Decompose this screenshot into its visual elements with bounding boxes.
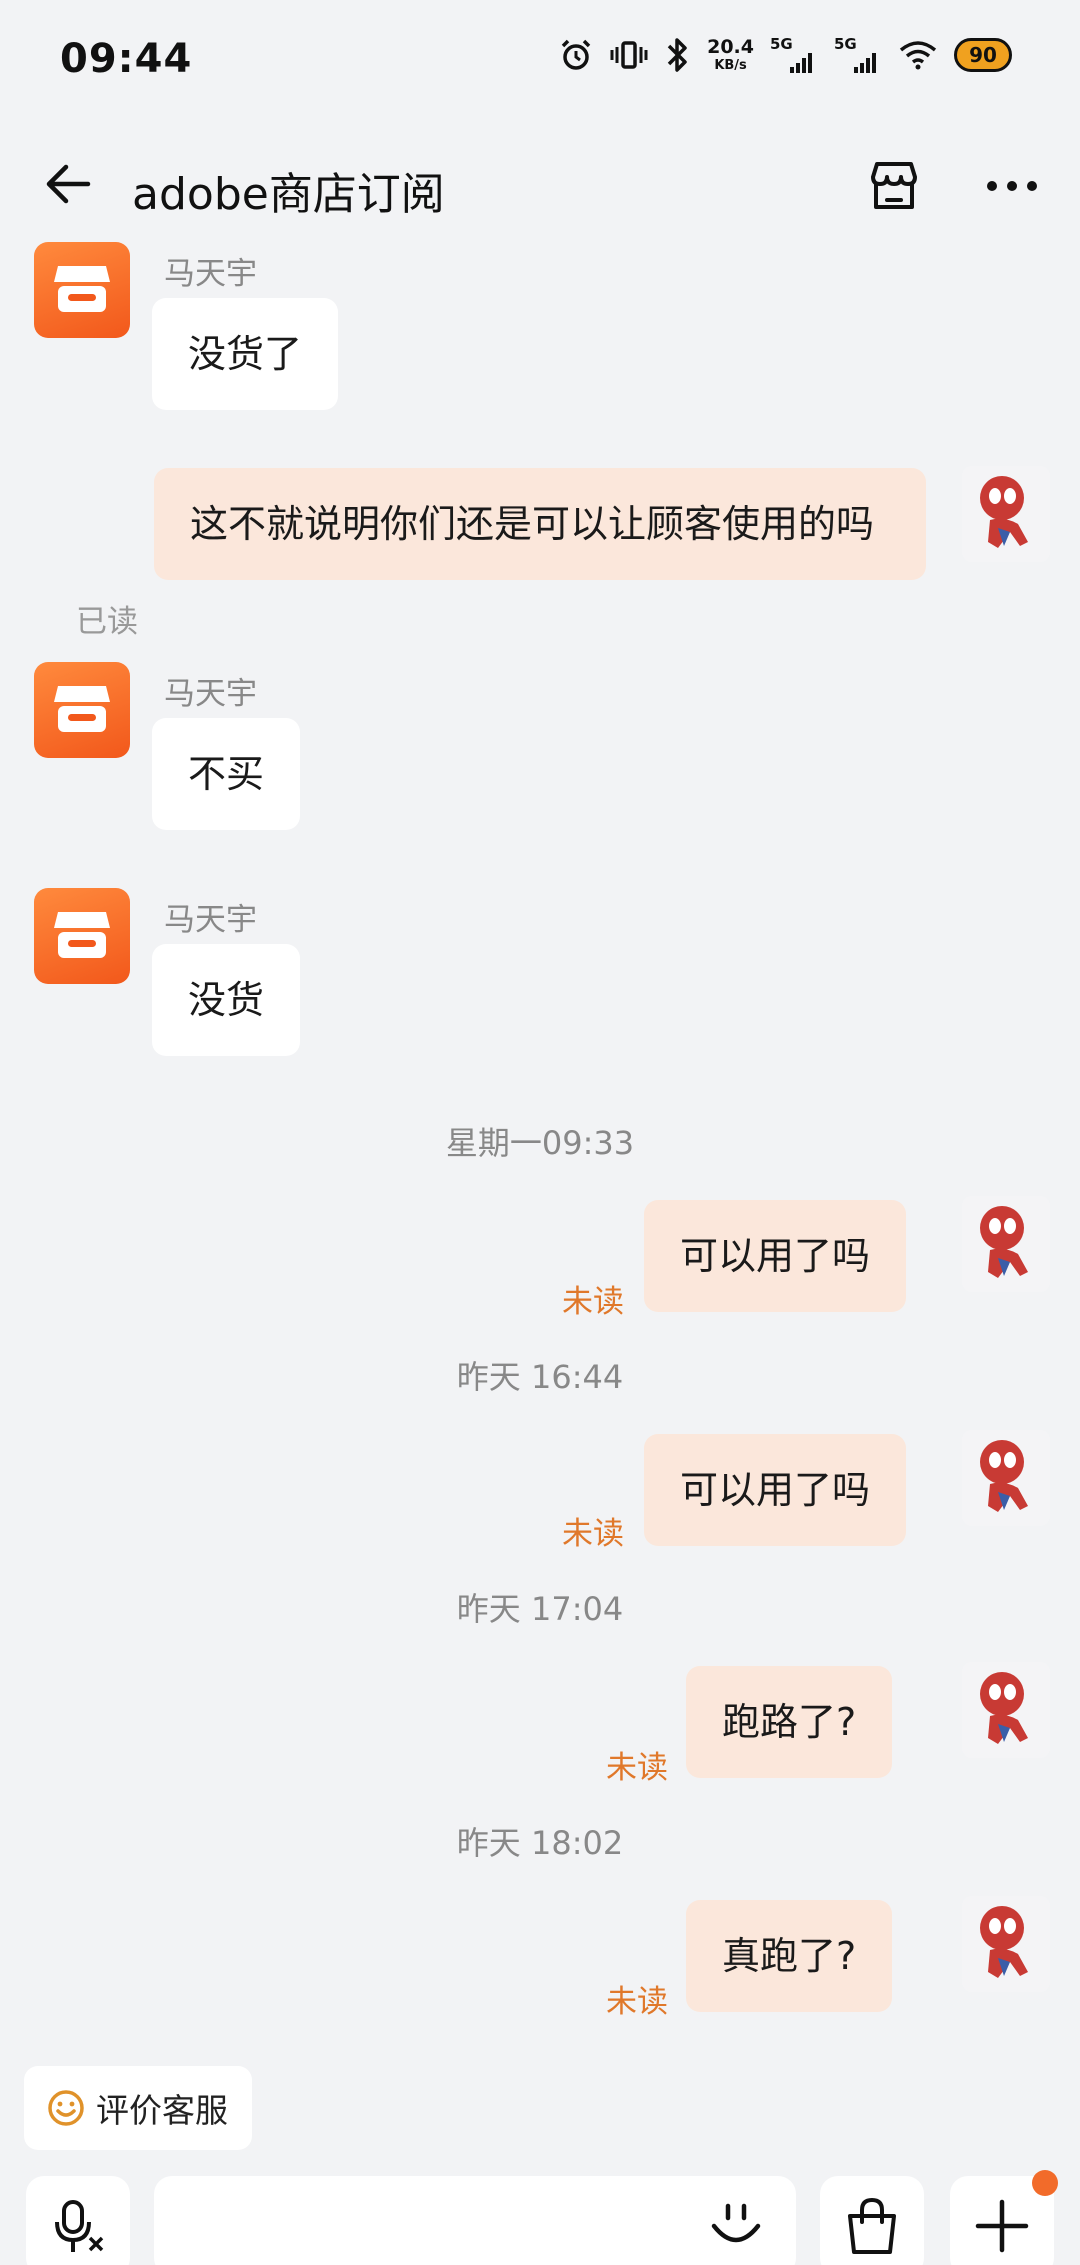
timestamp: 昨天 18:02 xyxy=(456,1824,624,1862)
chat-screen: 09:44 20.4 KB/s 5G 5G 90 adobe商店订阅 马天宇 没… xyxy=(0,0,1080,2265)
read-status: 已读 xyxy=(76,604,138,640)
user-avatar[interactable] xyxy=(962,1196,1050,1292)
shop-avatar[interactable] xyxy=(34,888,130,984)
message-bubble[interactable]: 真跑了? xyxy=(686,1900,893,2012)
sender-name: 马天宇 xyxy=(164,676,257,712)
message-bubble[interactable]: 可以用了吗 xyxy=(644,1434,907,1546)
network-speed-value: 20.4 xyxy=(707,36,754,58)
notification-dot xyxy=(1032,2170,1058,2196)
vibrate-icon xyxy=(610,41,648,69)
voice-input-button[interactable] xyxy=(26,2176,130,2265)
store-button[interactable] xyxy=(858,150,930,222)
status-time: 09:44 xyxy=(60,36,193,82)
status-bar: 09:44 20.4 KB/s 5G 5G 90 xyxy=(0,0,1080,120)
message-bubble[interactable]: 没货了 xyxy=(152,298,339,410)
message-bubble[interactable]: 不买 xyxy=(152,718,301,830)
smile-rating-icon xyxy=(48,2090,84,2126)
spider-avatar-icon xyxy=(980,1206,1028,1278)
timestamp: 星期一09:33 xyxy=(445,1124,635,1162)
rate-service-button[interactable]: 评价客服 xyxy=(24,2066,252,2150)
unread-status: 未读 xyxy=(562,1516,624,1552)
sender-name: 马天宇 xyxy=(164,256,257,292)
user-avatar[interactable] xyxy=(962,466,1050,562)
spider-avatar-icon xyxy=(980,1906,1028,1978)
spider-avatar-icon xyxy=(980,1440,1028,1512)
sim2-label: 5G xyxy=(834,35,857,53)
store-icon xyxy=(871,162,917,209)
shop-avatar[interactable] xyxy=(34,242,130,338)
spider-avatar-icon xyxy=(980,1672,1028,1744)
shop-avatar[interactable] xyxy=(34,662,130,758)
plus-icon xyxy=(975,2199,1029,2253)
voice-translate-icon xyxy=(55,2200,104,2252)
wifi-icon xyxy=(899,41,937,70)
user-avatar[interactable] xyxy=(962,1896,1050,1992)
user-avatar[interactable] xyxy=(962,1430,1050,1526)
smile-icon xyxy=(711,2203,761,2243)
sender-name: 马天宇 xyxy=(164,902,257,938)
message-bubble[interactable]: 这不就说明你们还是可以让顾客使用的吗 xyxy=(154,468,926,580)
shopping-bag-icon xyxy=(848,2197,896,2254)
store-logo-icon xyxy=(54,266,110,312)
more-actions-button[interactable] xyxy=(950,2170,1058,2265)
timestamp: 昨天 17:04 xyxy=(456,1590,624,1628)
status-icons: 20.4 KB/s 5G 5G 90 xyxy=(559,35,1012,74)
network-speed-unit: KB/s xyxy=(714,58,747,73)
store-logo-icon xyxy=(54,912,110,958)
bluetooth-icon xyxy=(667,38,687,72)
network-speed: 20.4 KB/s xyxy=(707,36,754,73)
more-button[interactable] xyxy=(976,150,1048,222)
input-bar xyxy=(0,2170,1080,2265)
emoji-button[interactable] xyxy=(700,2186,772,2258)
sim1-label: 5G xyxy=(770,35,793,53)
user-avatar[interactable] xyxy=(962,1662,1050,1758)
message-bubble[interactable]: 没货 xyxy=(152,944,301,1056)
more-dots-icon xyxy=(987,181,1037,191)
chat-header: adobe商店订阅 xyxy=(0,130,1080,240)
spider-avatar-icon xyxy=(980,476,1028,548)
arrow-left-icon xyxy=(46,164,91,204)
rate-service-label: 评价客服 xyxy=(96,2091,228,2130)
unread-status: 未读 xyxy=(562,1284,624,1320)
back-button[interactable] xyxy=(36,152,100,216)
shopping-bag-button[interactable] xyxy=(820,2176,924,2265)
alarm-icon xyxy=(561,39,591,70)
message-bubble[interactable]: 跑路了? xyxy=(686,1666,893,1778)
store-logo-icon xyxy=(54,686,110,732)
unread-status: 未读 xyxy=(606,1984,668,2020)
message-bubble[interactable]: 可以用了吗 xyxy=(644,1200,907,1312)
signal-sim1: 5G xyxy=(770,35,818,73)
signal-sim2: 5G xyxy=(834,35,882,73)
chat-title: adobe商店订阅 xyxy=(132,169,445,220)
unread-status: 未读 xyxy=(606,1750,668,1786)
timestamp: 昨天 16:44 xyxy=(456,1358,624,1396)
battery-indicator: 90 xyxy=(954,38,1012,72)
